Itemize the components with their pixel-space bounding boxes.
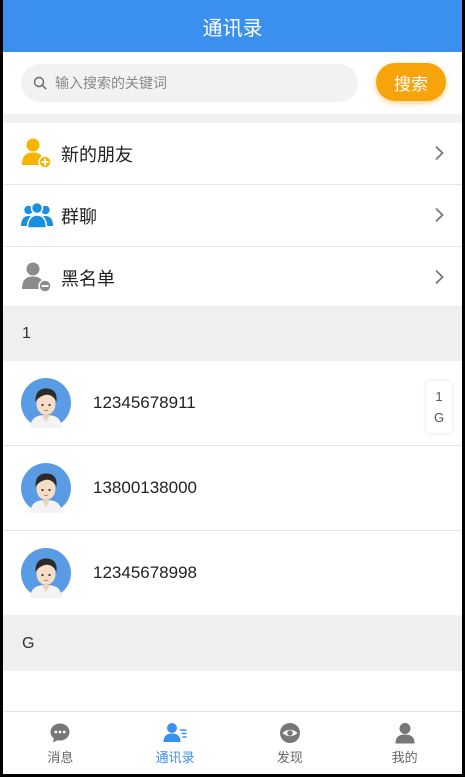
search-input[interactable]: 输入搜索的关键词 [21,64,358,102]
search-button[interactable]: 搜索 [376,63,446,101]
contact-name: 12345678911 [93,393,196,412]
group-icon [21,201,53,229]
tab-me[interactable]: 我的 [347,712,462,774]
tab-messages[interactable]: 消息 [3,712,118,774]
tab-label: 通讯录 [155,749,195,765]
contact-name: 12345678998 [93,563,198,582]
tab-label: 发现 [276,749,303,765]
alphabet-index-bar: 1 G [426,381,452,433]
menu-item-new-friends[interactable]: 新的朋友 [3,123,462,185]
avatar [21,548,71,598]
person-icon [395,722,415,743]
contact-row[interactable]: 12345678998 [3,531,462,615]
search-icon [33,76,47,90]
contacts-icon [163,722,187,742]
menu-item-label: 新的朋友 [61,144,133,165]
index-letter[interactable]: G [434,407,444,428]
chat-icon [50,723,70,742]
avatar [21,463,71,513]
index-letter[interactable]: 1 [435,386,442,407]
contact-name: 13800138000 [93,478,198,497]
tab-discover[interactable]: 发现 [233,712,348,774]
chevron-right-icon [435,207,444,223]
avatar [21,378,71,428]
blocked-user-icon [22,262,52,293]
section-header: G [3,616,462,671]
app-frame: 通讯录 输入搜索的关键词 搜索 新的朋友 群聊 黑名单 1 1234567891… [3,0,462,774]
add-user-icon [22,138,52,169]
section-header: 1 [3,306,462,361]
contact-row[interactable] [3,671,462,711]
menu-item-blacklist[interactable]: 黑名单 [3,247,462,308]
chevron-right-icon [435,145,444,161]
page-title: 通讯录 [202,17,263,40]
menu-item-group-chat[interactable]: 群聊 [3,185,462,247]
tab-contacts[interactable]: 通讯录 [118,712,233,774]
tab-label: 消息 [47,749,74,765]
tab-label: 我的 [391,749,418,765]
menu-item-label: 群聊 [61,206,97,227]
contact-row[interactable]: 13800138000 [3,446,462,531]
section-letter: 1 [22,324,31,342]
eye-icon [279,722,300,743]
search-placeholder: 输入搜索的关键词 [55,75,167,91]
title-bar: 通讯录 [3,0,462,52]
contact-menu: 新的朋友 群聊 黑名单 [3,123,462,308]
search-bar: 输入搜索的关键词 搜索 [3,52,462,114]
section-letter: G [22,634,35,652]
tab-bar: 消息 通讯录 发现 我的 [3,711,462,774]
chevron-right-icon [435,269,444,285]
contact-row[interactable]: 12345678911 [3,361,462,446]
menu-item-label: 黑名单 [61,268,115,289]
